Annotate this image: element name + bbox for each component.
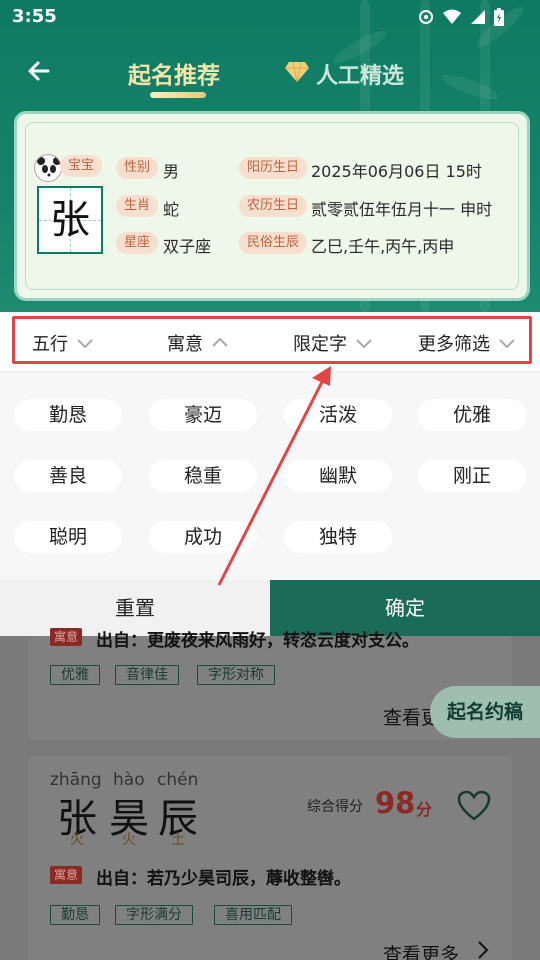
- filter-limited-char[interactable]: 限定字: [293, 330, 373, 356]
- filter-meaning[interactable]: 寓意: [167, 330, 229, 356]
- zodiac-label: 生肖: [116, 195, 159, 217]
- filter-wuxing[interactable]: 五行: [32, 330, 94, 356]
- score-unit: 分: [416, 800, 433, 819]
- star-value: 双子座: [163, 237, 212, 256]
- panda-avatar-icon: [34, 154, 62, 182]
- naming-commission-button[interactable]: 起名约稿: [430, 686, 540, 738]
- tag-option[interactable]: 幽默: [284, 460, 392, 492]
- settings-indicator-icon: [418, 9, 434, 29]
- feature-chip: 勤恳: [50, 905, 100, 925]
- filter-wuxing-label: 五行: [32, 334, 68, 355]
- filter-meaning-label: 寓意: [167, 334, 203, 355]
- meaning-badge: 寓意: [50, 866, 83, 884]
- feature-chip: 优雅: [50, 665, 100, 685]
- tab-indicator: [150, 92, 206, 98]
- favorite-heart-icon[interactable]: [457, 790, 491, 822]
- solar-label: 阳历生日: [239, 157, 308, 179]
- gender-label: 性别: [116, 157, 159, 179]
- tab-recommend[interactable]: 起名推荐: [128, 56, 220, 90]
- tag-option[interactable]: 刚正: [418, 460, 526, 492]
- filter-more[interactable]: 更多筛选: [418, 330, 516, 356]
- feature-chip: 字形对称: [197, 665, 275, 685]
- feature-chip: 音律佳: [115, 665, 179, 685]
- name-source: 出自：更废夜来风雨好，转恣云度对支公。: [96, 631, 419, 651]
- tag-option[interactable]: 豪迈: [149, 399, 257, 431]
- tag-option[interactable]: 成功: [149, 521, 257, 553]
- meaning-badge: 寓意: [50, 628, 83, 646]
- tag-option[interactable]: 善良: [14, 460, 122, 492]
- tag-option[interactable]: 聪明: [14, 521, 122, 553]
- feature-chip: 字形满分: [115, 905, 193, 925]
- solar-value: 2025年06月06日 15时: [311, 162, 482, 181]
- chevron-down-icon: [76, 333, 94, 354]
- element-label: 火: [70, 832, 84, 848]
- star-label: 星座: [116, 232, 159, 254]
- surname-box: 张: [37, 186, 103, 254]
- tab-manual-label: 人工精选: [316, 64, 405, 89]
- chevron-up-icon: [211, 333, 229, 354]
- tag-option[interactable]: 优雅: [418, 399, 526, 431]
- tag-option[interactable]: 独特: [284, 521, 392, 553]
- diamond-icon: [284, 61, 310, 87]
- name-source: 出自：若乃少昊司辰，蓐收整辔。: [96, 869, 351, 889]
- status-bar: 3:55: [0, 0, 540, 34]
- chevron-down-icon: [355, 333, 373, 354]
- lunar-value: 贰零贰伍年伍月十一 申时: [311, 200, 493, 219]
- baby-label: 宝宝: [60, 155, 103, 177]
- status-time: 3:55: [12, 6, 57, 27]
- chevron-right-icon: [476, 940, 490, 960]
- gender-value: 男: [163, 162, 180, 181]
- folk-label: 民俗生辰: [239, 232, 308, 254]
- view-more-link[interactable]: 查看更多: [383, 940, 459, 960]
- surname-char: 张: [50, 197, 90, 243]
- element-label: 火: [122, 832, 136, 848]
- chevron-down-icon: [498, 333, 516, 354]
- score-value: 98: [375, 786, 416, 820]
- tag-option[interactable]: 活泼: [284, 399, 392, 431]
- back-arrow-icon[interactable]: [24, 56, 54, 86]
- tag-option[interactable]: 稳重: [149, 460, 257, 492]
- folk-value: 乙巳,壬午,丙午,丙申: [311, 237, 455, 256]
- feature-chip: 喜用匹配: [214, 905, 292, 925]
- tag-option[interactable]: 勤恳: [14, 399, 122, 431]
- filter-more-label: 更多筛选: [418, 334, 490, 355]
- filter-limited-label: 限定字: [293, 334, 347, 355]
- wifi-icon: [442, 9, 462, 29]
- score-label: 综合得分: [307, 799, 363, 815]
- tab-manual[interactable]: 人工精选: [284, 58, 404, 90]
- zodiac-value: 蛇: [163, 200, 180, 219]
- lunar-label: 农历生日: [239, 195, 308, 217]
- battery-icon: [494, 8, 504, 30]
- element-label: 土: [171, 832, 185, 848]
- signal-icon: [470, 9, 486, 29]
